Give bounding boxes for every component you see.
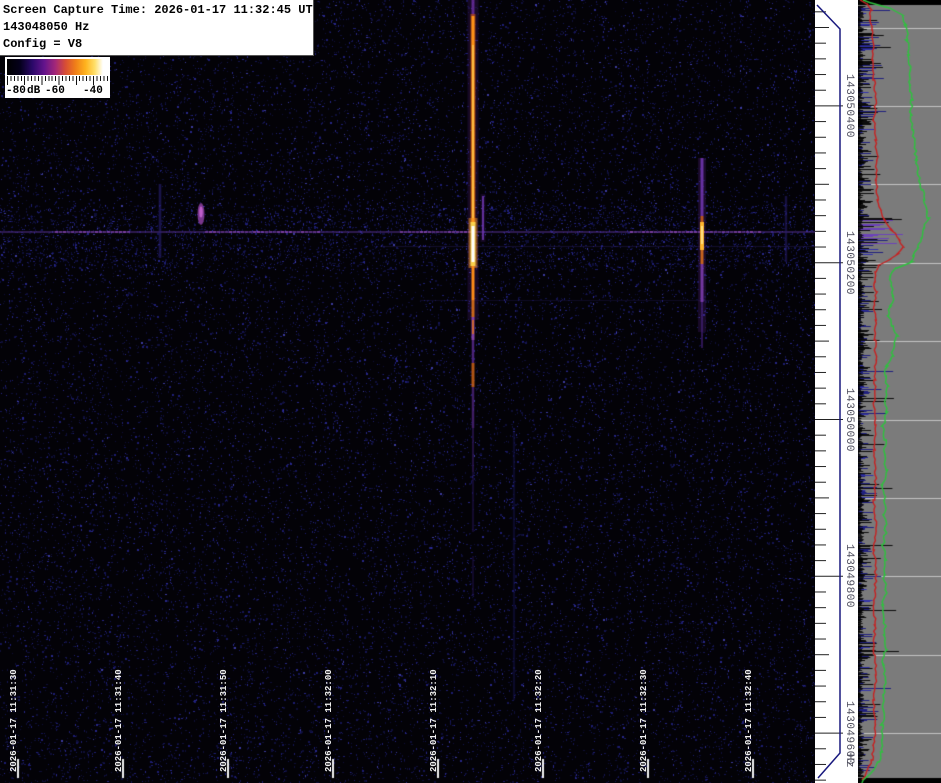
center-frequency-text: 143048050 Hz [3,19,310,36]
spectrum-side-panel [858,0,941,783]
frequency-axis [815,0,858,783]
waterfall-spectrogram [0,0,815,783]
config-text: Config = V8 [3,36,310,53]
colorbar-max-label: -40 [83,85,103,97]
colorbar-min-label: -80 [6,85,26,97]
colorbar-legend: -80 dB -60 -40 [5,57,110,98]
colorbar-ruler [7,76,108,85]
capture-time-text: Screen Capture Time: 2026-01-17 11:32:45… [3,2,310,19]
colorbar-unit-label: dB [27,85,40,97]
colorbar-labels: -80 dB -60 -40 [5,85,110,98]
frequency-ticks [815,0,858,783]
colorbar-gradient [7,59,108,75]
spectrogram-screen: Screen Capture Time: 2026-01-17 11:32:45… [0,0,941,783]
colorbar-mid-label: -60 [45,85,65,97]
capture-info-box: Screen Capture Time: 2026-01-17 11:32:45… [0,0,314,56]
